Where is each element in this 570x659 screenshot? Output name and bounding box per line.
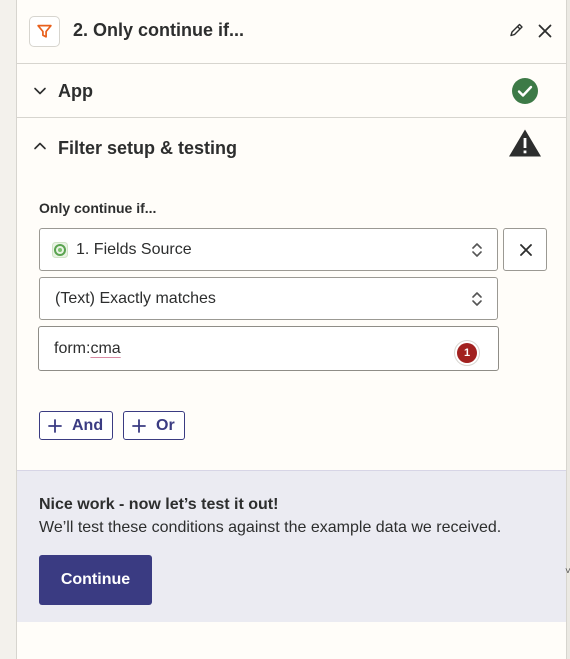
pencil-icon[interactable] xyxy=(507,22,525,40)
section-app-label: App xyxy=(58,81,93,101)
check-circle-icon xyxy=(512,78,538,104)
section-filter-label: Filter setup & testing xyxy=(58,138,238,158)
or-label: Or xyxy=(156,416,175,434)
source-field-select[interactable]: 1. Fields Source xyxy=(39,228,498,271)
section-app[interactable]: App xyxy=(17,64,566,118)
close-icon[interactable] xyxy=(536,21,554,41)
value-text: form:cma xyxy=(54,340,121,358)
test-prompt-box: Nice work - now let’s test it out! We’ll… xyxy=(17,470,566,622)
warning-icon xyxy=(509,129,541,157)
operator-value: (Text) Exactly matches xyxy=(55,289,216,307)
and-label: And xyxy=(72,416,104,434)
source-field-value: 1. Fields Source xyxy=(76,240,192,258)
value-input[interactable]: form:cma xyxy=(38,326,499,371)
remove-condition-button[interactable] xyxy=(503,228,547,271)
spellcheck-word: cma xyxy=(90,339,121,357)
error-count-badge[interactable]: 1 xyxy=(454,340,480,366)
filter-icon xyxy=(37,24,52,38)
value-prefix: form: xyxy=(54,339,91,357)
condition-label: Only continue if... xyxy=(39,200,157,216)
plus-icon xyxy=(48,418,62,433)
select-arrows-icon xyxy=(472,292,482,306)
step-app-badge xyxy=(29,16,60,47)
operator-select[interactable]: (Text) Exactly matches xyxy=(39,277,498,320)
chevron-up-icon[interactable] xyxy=(33,139,47,153)
close-icon xyxy=(520,244,532,256)
test-description: We’ll test these conditions against the … xyxy=(39,519,502,536)
continue-button[interactable]: Continue xyxy=(39,555,152,605)
page-title: 2. Only continue if... xyxy=(73,20,245,40)
section-filter-setup[interactable]: Filter setup & testing xyxy=(17,118,566,176)
select-arrows-icon xyxy=(472,243,482,257)
filter-step-panel: 2. Only continue if... App Filter setup … xyxy=(16,0,567,659)
panel-header: 2. Only continue if... xyxy=(17,0,566,64)
fields-source-icon xyxy=(52,242,68,258)
edge-mark-icon: ˅ xyxy=(565,566,570,577)
error-count: 1 xyxy=(457,343,477,363)
test-title: Nice work - now let’s test it out! xyxy=(39,496,279,513)
add-or-condition-button[interactable]: Or xyxy=(123,411,185,440)
chevron-down-icon[interactable] xyxy=(33,84,47,98)
plus-icon xyxy=(132,418,146,433)
add-and-condition-button[interactable]: And xyxy=(39,411,113,440)
